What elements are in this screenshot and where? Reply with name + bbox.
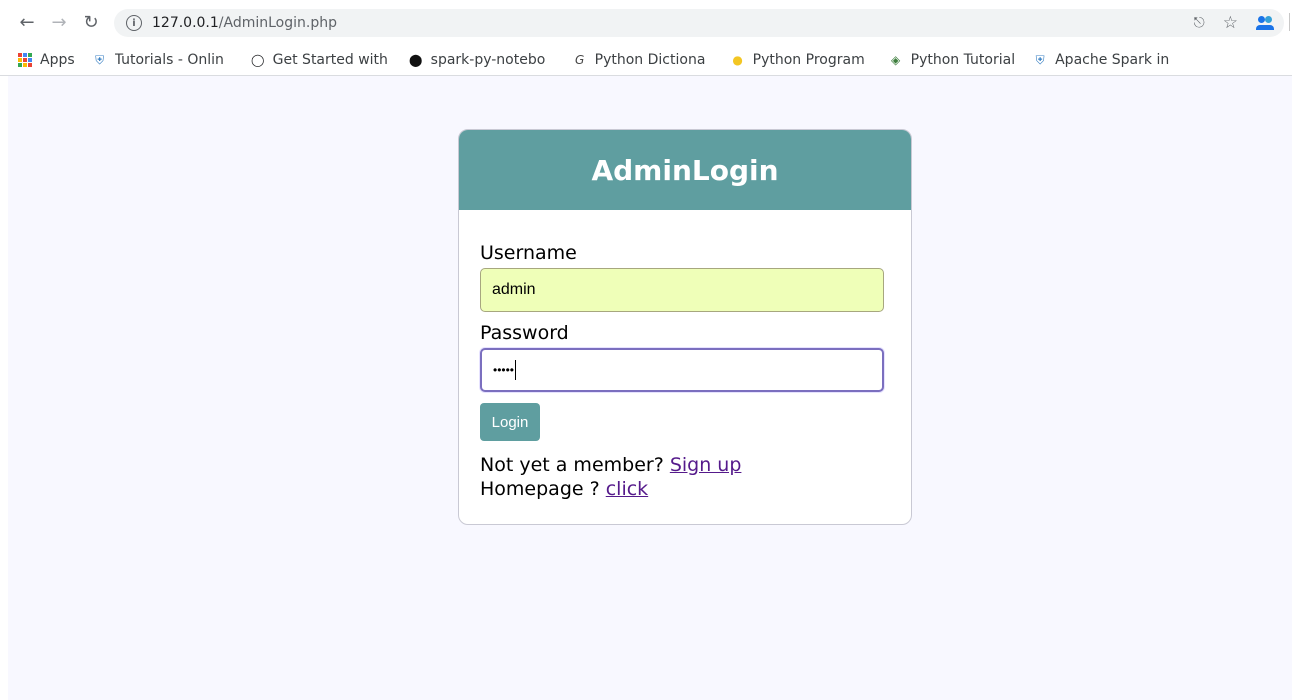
password-value: ••••• xyxy=(493,363,515,377)
circle-logo-icon: ◯ xyxy=(250,53,265,67)
homepage-text: Homepage ? xyxy=(480,478,606,500)
login-form: Username admin Password ••••• Login Not … xyxy=(459,210,911,501)
login-button[interactable]: Login xyxy=(480,403,540,441)
bookmark-spark-notebook[interactable]: ⬤ spark-py-notebo xyxy=(409,52,555,68)
login-card: AdminLogin Username admin Password •••••… xyxy=(458,129,912,525)
password-field[interactable]: ••••• xyxy=(480,348,884,392)
page-content: AdminLogin Username admin Password •••••… xyxy=(8,76,1292,700)
page-title: AdminLogin xyxy=(591,153,779,187)
text-caret xyxy=(515,360,517,380)
browser-toolbar: ← → ↻ i 127.0.0.1/AdminLogin.php ⎋ ☆ xyxy=(0,0,1292,45)
shield-icon: ⛨ xyxy=(1035,52,1045,67)
bookmark-label: spark-py-notebo xyxy=(430,52,546,68)
url-text[interactable]: 127.0.0.1/AdminLogin.php xyxy=(152,15,337,31)
apps-grid-icon xyxy=(18,53,32,67)
bookmark-label: Get Started with xyxy=(272,52,388,68)
username-label: Username xyxy=(480,242,577,264)
url-path: /AdminLogin.php xyxy=(218,15,337,31)
back-icon[interactable]: ← xyxy=(14,10,40,36)
login-card-header: AdminLogin xyxy=(459,130,911,210)
username-value: admin xyxy=(492,281,536,298)
signup-link[interactable]: Sign up xyxy=(670,454,742,476)
github-icon: ⬤ xyxy=(408,53,423,67)
bookmark-apps[interactable]: Apps xyxy=(18,52,75,68)
url-host: 127.0.0.1 xyxy=(152,15,219,31)
username-field[interactable]: admin xyxy=(480,268,884,312)
bookmark-python-tutorial[interactable]: ◈ Python Tutorial xyxy=(889,52,1015,68)
homepage-line: Homepage ? click xyxy=(480,477,890,501)
g-logo-icon: G xyxy=(575,53,585,67)
bookmark-label: Apps xyxy=(40,52,75,68)
bookmark-label: Apache Spark in xyxy=(1055,52,1170,68)
diamond-icon: ◈ xyxy=(891,53,901,67)
profile-icon[interactable] xyxy=(1256,16,1274,30)
bookmark-apache-spark[interactable]: ⛨ Apache Spark in xyxy=(1033,52,1171,68)
toolbar-divider xyxy=(1289,13,1290,31)
homepage-link[interactable]: click xyxy=(606,478,648,500)
bookmark-tutorials[interactable]: ⛨ Tutorials - Onlin xyxy=(93,52,233,68)
bookmark-get-started[interactable]: ◯ Get Started with xyxy=(251,52,391,68)
address-bar[interactable]: i 127.0.0.1/AdminLogin.php ⎋ ☆ xyxy=(114,9,1284,37)
bookmark-python-dictionary[interactable]: G Python Dictiona xyxy=(573,52,713,68)
python-icon: ● xyxy=(732,53,743,67)
bookmark-label: Python Tutorial xyxy=(910,52,1016,68)
signup-line: Not yet a member? Sign up xyxy=(480,453,890,477)
bookmark-label: Tutorials - Onlin xyxy=(114,52,224,68)
reload-icon[interactable]: ↻ xyxy=(78,10,104,36)
star-icon[interactable]: ☆ xyxy=(1223,13,1238,33)
bookmarks-bar: Apps ⛨ Tutorials - Onlin ◯ Get Started w… xyxy=(0,45,1292,76)
bookmark-label: Python Program xyxy=(752,52,865,68)
bookmark-python-program[interactable]: ● Python Program xyxy=(731,52,871,68)
info-icon[interactable]: i xyxy=(126,15,142,31)
key-icon[interactable]: ⎋ xyxy=(1194,15,1205,31)
forward-icon[interactable]: → xyxy=(46,10,72,36)
member-text: Not yet a member? xyxy=(480,454,670,476)
bookmark-label: Python Dictiona xyxy=(594,52,706,68)
shield-icon: ⛨ xyxy=(95,52,105,67)
password-label: Password xyxy=(480,322,569,344)
